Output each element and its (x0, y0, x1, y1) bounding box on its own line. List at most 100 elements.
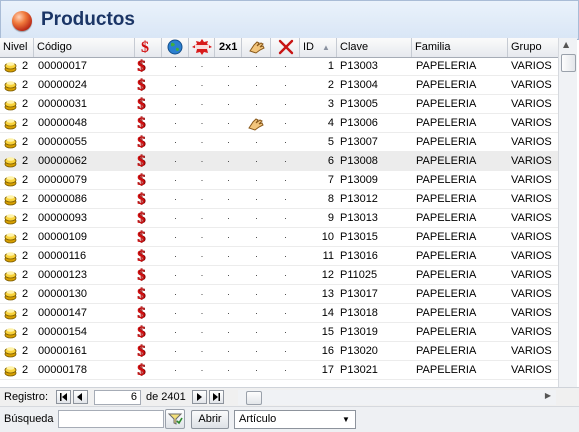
dollar-icon: $ (137, 286, 145, 303)
coins-icon (4, 138, 17, 149)
hand-icon (249, 41, 265, 54)
table-row[interactable]: 2 00000055 $ · · · · · 5 P13007 PAPELERIA VARIOS (0, 133, 558, 152)
cell-id: 4 (327, 117, 334, 129)
horizontal-scroll-thumb[interactable] (246, 391, 262, 405)
cell-id: 1 (327, 60, 334, 72)
cell-flag-dot: · (200, 289, 204, 299)
cell-flag-dot: · (255, 194, 258, 204)
cell-flag-dot: · (227, 118, 230, 128)
dollar-icon: $ (137, 153, 145, 170)
scroll-right-arrow-icon[interactable]: ▶ (545, 391, 551, 400)
cell-flag-dot: · (227, 137, 230, 147)
cell-flag-dot: · (255, 308, 258, 318)
cell-codigo: 00000116 (38, 250, 87, 262)
vertical-scroll-thumb[interactable] (561, 54, 576, 72)
filter-button[interactable] (165, 409, 185, 429)
cell-clave: P11025 (340, 269, 378, 281)
cell-grupo: VARIOS (511, 98, 552, 110)
vertical-scrollbar[interactable]: ▲ (558, 38, 577, 387)
cell-flag-dot: · (174, 346, 177, 356)
cell-id: 9 (327, 212, 334, 224)
horizontal-scrollbar[interactable]: ▶ (238, 390, 556, 405)
cell-flag-dot: · (200, 99, 204, 109)
title-bar: Productos (0, 0, 579, 40)
last-record-icon (213, 393, 220, 401)
table-row[interactable]: 2 00000161 $ · · · · · 16 P13020 PAPELERIA VARIOS (0, 342, 558, 361)
search-input[interactable] (58, 410, 164, 428)
column-header-id-label: ID (303, 41, 314, 53)
last-record-button[interactable] (209, 390, 224, 404)
chevron-down-icon[interactable]: ▼ (339, 413, 353, 426)
column-header-dollar[interactable]: $ (135, 38, 162, 57)
cell-id: 2 (327, 79, 334, 91)
table-row[interactable]: 2 00000031 $ · · · · · 3 P13005 PAPELERIA VARIOS (0, 95, 558, 114)
open-button[interactable]: Abrir (191, 410, 229, 429)
previous-record-button[interactable] (73, 390, 88, 404)
dollar-icon: $ (137, 115, 145, 132)
cell-nivel: 2 (22, 117, 29, 129)
cell-clave: P13019 (340, 326, 378, 338)
cell-nivel: 2 (22, 288, 29, 300)
dollar-icon: $ (137, 362, 145, 379)
next-record-button[interactable] (192, 390, 207, 404)
cell-flag-dot: · (284, 365, 287, 375)
coins-icon (4, 119, 17, 130)
column-header-familia[interactable]: Familia (412, 38, 508, 57)
search-type-select[interactable]: Artículo ▼ (234, 410, 356, 429)
table-row[interactable]: 2 00000123 $ · · · · · 12 P11025 PAPELERIA VARIOS (0, 266, 558, 285)
first-record-button[interactable] (56, 390, 71, 404)
table-row[interactable]: 2 00000178 $ · · · · · 17 P13021 PAPELERIA VARIOS (0, 361, 558, 380)
column-header-hand[interactable] (242, 38, 271, 57)
column-header-grupo[interactable]: Grupo (508, 38, 558, 57)
cell-codigo: 00000024 (38, 79, 87, 91)
dollar-icon: $ (137, 324, 145, 341)
cell-familia: PAPELERIA (416, 326, 477, 338)
scroll-up-arrow-icon[interactable]: ▲ (563, 40, 569, 49)
dollar-icon: $ (137, 343, 145, 360)
cell-grupo: VARIOS (511, 288, 552, 300)
table-row[interactable]: 2 00000017 $ · · · · · 1 P13003 PAPELERIA VARIOS (0, 57, 558, 76)
cell-clave: P13006 (340, 117, 378, 129)
coins-icon (4, 290, 17, 301)
table-row[interactable]: 2 00000147 $ · · · · · 14 P13018 PAPELERIA VARIOS (0, 304, 558, 323)
dollar-icon: $ (137, 305, 145, 322)
column-header-clave[interactable]: Clave (337, 38, 412, 57)
previous-record-icon (77, 393, 82, 401)
table-row[interactable]: 2 00000130 $ · · · · · 13 P13017 PAPELERIA VARIOS (0, 285, 558, 304)
column-header-id[interactable]: ID ▲ (300, 38, 337, 57)
products-grid[interactable]: Nivel Código $ 2x1 ID ▲ Clave Familia Gr… (0, 38, 558, 387)
coins-icon (4, 195, 17, 206)
column-header-globe[interactable] (162, 38, 189, 57)
coins-icon (4, 176, 17, 187)
table-row[interactable]: 2 00000048 $ · · · · 4 P13006 PAPELERIA VARIOS (0, 114, 558, 133)
cell-flag-dot: · (227, 175, 230, 185)
table-row[interactable]: 2 00000024 $ · · · · · 2 P13004 PAPELERIA VARIOS (0, 76, 558, 95)
column-header-new[interactable] (189, 38, 215, 57)
table-row[interactable]: 2 00000109 $ · · · · · 10 P13015 PAPELERIA VARIOS (0, 228, 558, 247)
cell-grupo: VARIOS (511, 345, 552, 357)
column-header-2x1[interactable]: 2x1 (215, 38, 242, 57)
cell-codigo: 00000086 (38, 193, 87, 205)
cell-familia: PAPELERIA (416, 136, 477, 148)
cell-codigo: 00000109 (38, 231, 87, 243)
table-row[interactable]: 2 00000062 $ · · · · · 6 P13008 PAPELERIA VARIOS (0, 152, 558, 171)
cell-flag-dot: · (255, 251, 258, 261)
table-row[interactable]: 2 00000093 $ · · · · · 9 P13013 PAPELERIA VARIOS (0, 209, 558, 228)
cell-id: 12 (321, 269, 334, 281)
column-header-codigo[interactable]: Código (34, 38, 135, 57)
table-row[interactable]: 2 00000154 $ · · · · · 15 P13019 PAPELERIA VARIOS (0, 323, 558, 342)
table-row[interactable]: 2 00000086 $ · · · · · 8 P13012 PAPELERIA VARIOS (0, 190, 558, 209)
table-row[interactable]: 2 00000079 $ · · · · · 7 P13009 PAPELERIA VARIOS (0, 171, 558, 190)
coins-icon (4, 62, 17, 73)
cell-id: 8 (327, 193, 334, 205)
column-header-cancel[interactable] (271, 38, 300, 57)
cell-familia: PAPELERIA (416, 212, 477, 224)
table-row[interactable]: 2 00000116 $ · · · · · 11 P13016 PAPELERIA VARIOS (0, 247, 558, 266)
coins-icon (4, 81, 17, 92)
record-number-input[interactable]: 6 (94, 390, 141, 405)
column-header-nivel[interactable]: Nivel (0, 38, 34, 57)
cell-flag-dot: · (227, 289, 230, 299)
cell-nivel: 2 (22, 79, 29, 91)
cell-flag-dot: · (200, 118, 204, 128)
cell-grupo: VARIOS (511, 250, 552, 262)
